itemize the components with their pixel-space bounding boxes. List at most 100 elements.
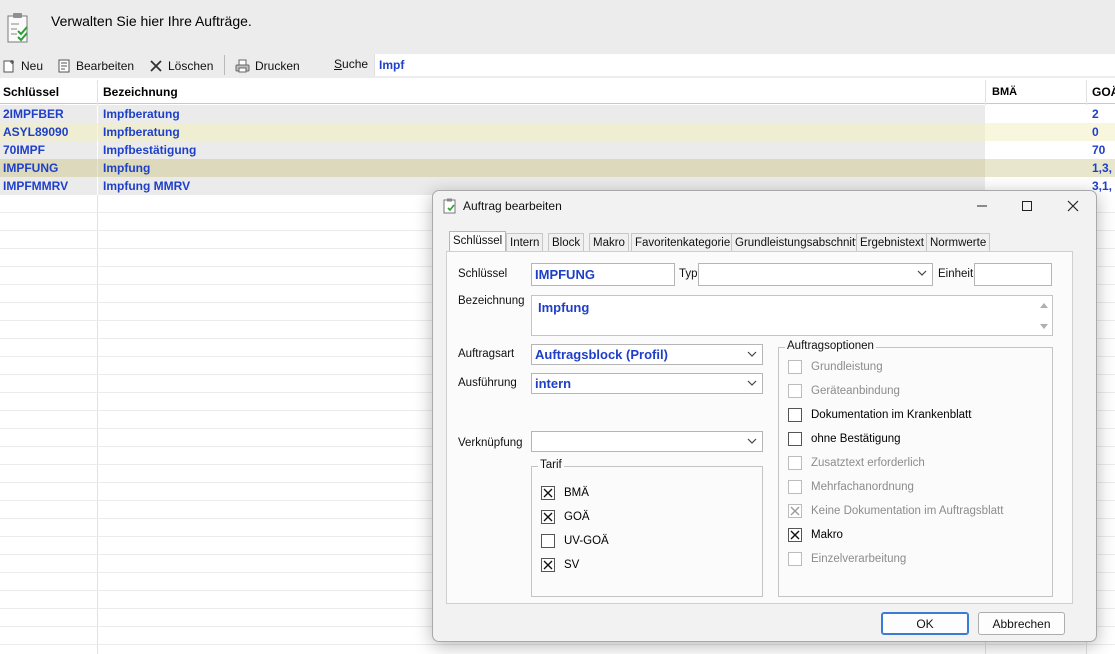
checkbox-box — [788, 456, 802, 470]
table-header: Schlüssel Bezeichnung BMÄ GOÄ — [0, 80, 1115, 104]
checkbox-label: Einzelverarbeitung — [811, 553, 907, 565]
bezeichnung-textarea[interactable]: Impfung — [531, 295, 1053, 336]
edit-icon — [58, 59, 70, 73]
option-checkbox[interactable]: ohne Bestätigung — [788, 431, 901, 447]
cell-bezeichnung: Impfberatung — [98, 105, 985, 123]
verknuepfung-select[interactable] — [531, 431, 763, 452]
checkbox-box[interactable] — [788, 408, 802, 422]
table-row[interactable]: 70IMPF Impfbestätigung 70 — [0, 141, 1115, 159]
checkbox-box — [788, 360, 802, 374]
scroll-up-icon[interactable] — [1039, 301, 1049, 310]
page-title: Verwalten Sie hier Ihre Aufträge. — [51, 13, 252, 29]
tarif-checkbox[interactable]: GOÄ — [541, 509, 590, 525]
option-checkbox: Geräteanbindung — [788, 383, 900, 399]
checkbox-label: GOÄ — [564, 511, 590, 523]
cell-goa: 0 — [1087, 123, 1115, 141]
checkmark-icon — [543, 560, 553, 570]
column-header-bezeichnung[interactable]: Bezeichnung — [100, 80, 985, 104]
tab-intern[interactable]: Intern — [506, 233, 544, 252]
ausfuehrung-select[interactable]: intern — [531, 373, 763, 394]
cell-bezeichnung: Impfung — [98, 159, 985, 177]
edit-order-dialog: Auftrag bearbeiten Schlüssel Intern Bloc… — [432, 190, 1097, 642]
bezeichnung-label: Bezeichnung — [458, 295, 525, 307]
print-button[interactable]: Drucken — [235, 56, 300, 76]
new-button[interactable]: Neu — [2, 56, 43, 76]
close-icon — [1067, 200, 1079, 212]
option-checkbox: Mehrfachanordnung — [788, 479, 914, 495]
cell-bma — [986, 105, 1086, 123]
auftragsoptionen-group: Auftragsoptionen Grundleistung Geräteanbi… — [778, 340, 1053, 597]
checkbox-label: BMÄ — [564, 487, 589, 499]
checkbox-label: Grundleistung — [811, 361, 883, 373]
auftragsart-label: Auftragsart — [458, 348, 515, 360]
edit-button[interactable]: Bearbeiten — [57, 56, 134, 76]
checkbox-label: Makro — [811, 529, 843, 541]
checkbox-label: Geräteanbindung — [811, 385, 900, 397]
typ-select[interactable] — [698, 263, 933, 286]
close-button[interactable] — [1062, 196, 1084, 216]
checkbox-box[interactable] — [541, 486, 555, 500]
chevron-down-icon — [747, 351, 757, 357]
checkbox-box[interactable] — [541, 558, 555, 572]
header-bar: Verwalten Sie hier Ihre Aufträge. Neu Be… — [0, 0, 1115, 78]
checkbox-box — [788, 384, 802, 398]
schluessel-field[interactable]: IMPFUNG — [531, 263, 675, 286]
new-icon — [3, 60, 14, 73]
tarif-checkbox[interactable]: SV — [541, 557, 579, 573]
cell-schluessel: 2IMPFBER — [0, 105, 97, 123]
checkbox-box[interactable] — [541, 534, 555, 548]
checkmark-icon — [790, 530, 800, 540]
tab-normwerte[interactable]: Normwerte — [926, 233, 991, 252]
einheit-field[interactable] — [974, 263, 1052, 286]
table-row[interactable]: 2IMPFBER Impfberatung 2 — [0, 105, 1115, 123]
ok-button[interactable]: OK — [881, 612, 969, 635]
minimize-button[interactable] — [971, 196, 993, 216]
delete-label: Löschen — [168, 59, 214, 73]
cell-schluessel: 70IMPF — [0, 141, 97, 159]
option-checkbox[interactable]: Makro — [788, 527, 843, 543]
toolbar: Neu Bearbeiten Löschen Drucken Suche Imp… — [0, 53, 1115, 78]
search-input[interactable]: Impf — [374, 54, 1115, 76]
dialog-title: Auftrag bearbeiten — [463, 199, 562, 213]
checkbox-box[interactable] — [788, 528, 802, 542]
dialog-titlebar[interactable]: Auftrag bearbeiten — [433, 191, 1096, 221]
option-checkbox: Einzelverarbeitung — [788, 551, 906, 567]
delete-icon — [150, 60, 162, 72]
scroll-down-icon[interactable] — [1039, 322, 1049, 331]
cell-bma — [986, 123, 1086, 141]
tab-favoritenkategorie[interactable]: Favoritenkategorie — [631, 233, 735, 252]
table-row[interactable]: IMPFUNG Impfung 1,3, — [0, 159, 1115, 177]
tab-ergebnistext[interactable]: Ergebnistext — [856, 233, 928, 252]
bezeichnung-value: Impfung — [538, 300, 590, 315]
option-checkbox[interactable]: Dokumentation im Krankenblatt — [788, 407, 971, 423]
ausfuehrung-label: Ausführung — [458, 377, 517, 389]
auftragsart-select[interactable]: Auftragsblock (Profil) — [531, 344, 763, 365]
tab-makro[interactable]: Makro — [589, 233, 629, 252]
column-header-goa[interactable]: GOÄ — [1089, 80, 1115, 104]
checkbox-box — [788, 552, 802, 566]
maximize-button[interactable] — [1016, 196, 1038, 216]
tarif-checkbox[interactable]: BMÄ — [541, 485, 589, 501]
printer-icon — [235, 59, 250, 73]
cell-schluessel: IMPFMMRV — [0, 177, 97, 195]
checkbox-box[interactable] — [541, 510, 555, 524]
cell-bezeichnung: Impfbestätigung — [98, 141, 985, 159]
table-row[interactable]: ASYL89090 Impfberatung 0 — [0, 123, 1115, 141]
tab-schluessel[interactable]: Schlüssel — [449, 231, 507, 252]
column-header-bma[interactable]: BMÄ — [989, 80, 1085, 104]
cancel-button[interactable]: Abbrechen — [978, 612, 1065, 635]
column-header-schluessel[interactable]: Schlüssel — [0, 80, 97, 104]
dialog-app-icon — [443, 198, 457, 217]
tarif-checkbox[interactable]: UV-GOÄ — [541, 533, 609, 549]
checkbox-box — [788, 480, 802, 494]
checkbox-box[interactable] — [788, 432, 802, 446]
tab-grundleistungsabschnitt[interactable]: Grundleistungsabschnitt — [731, 233, 863, 252]
checkbox-label: Zusatztext erforderlich — [811, 457, 925, 469]
empty-row — [0, 645, 1115, 654]
tab-block[interactable]: Block — [548, 233, 585, 252]
verknuepfung-label: Verknüpfung — [458, 437, 523, 449]
checkbox-label: SV — [564, 559, 580, 571]
checkbox-label: Dokumentation im Krankenblatt — [811, 409, 972, 421]
cell-schluessel: ASYL89090 — [0, 123, 97, 141]
delete-button[interactable]: Löschen — [149, 56, 213, 76]
